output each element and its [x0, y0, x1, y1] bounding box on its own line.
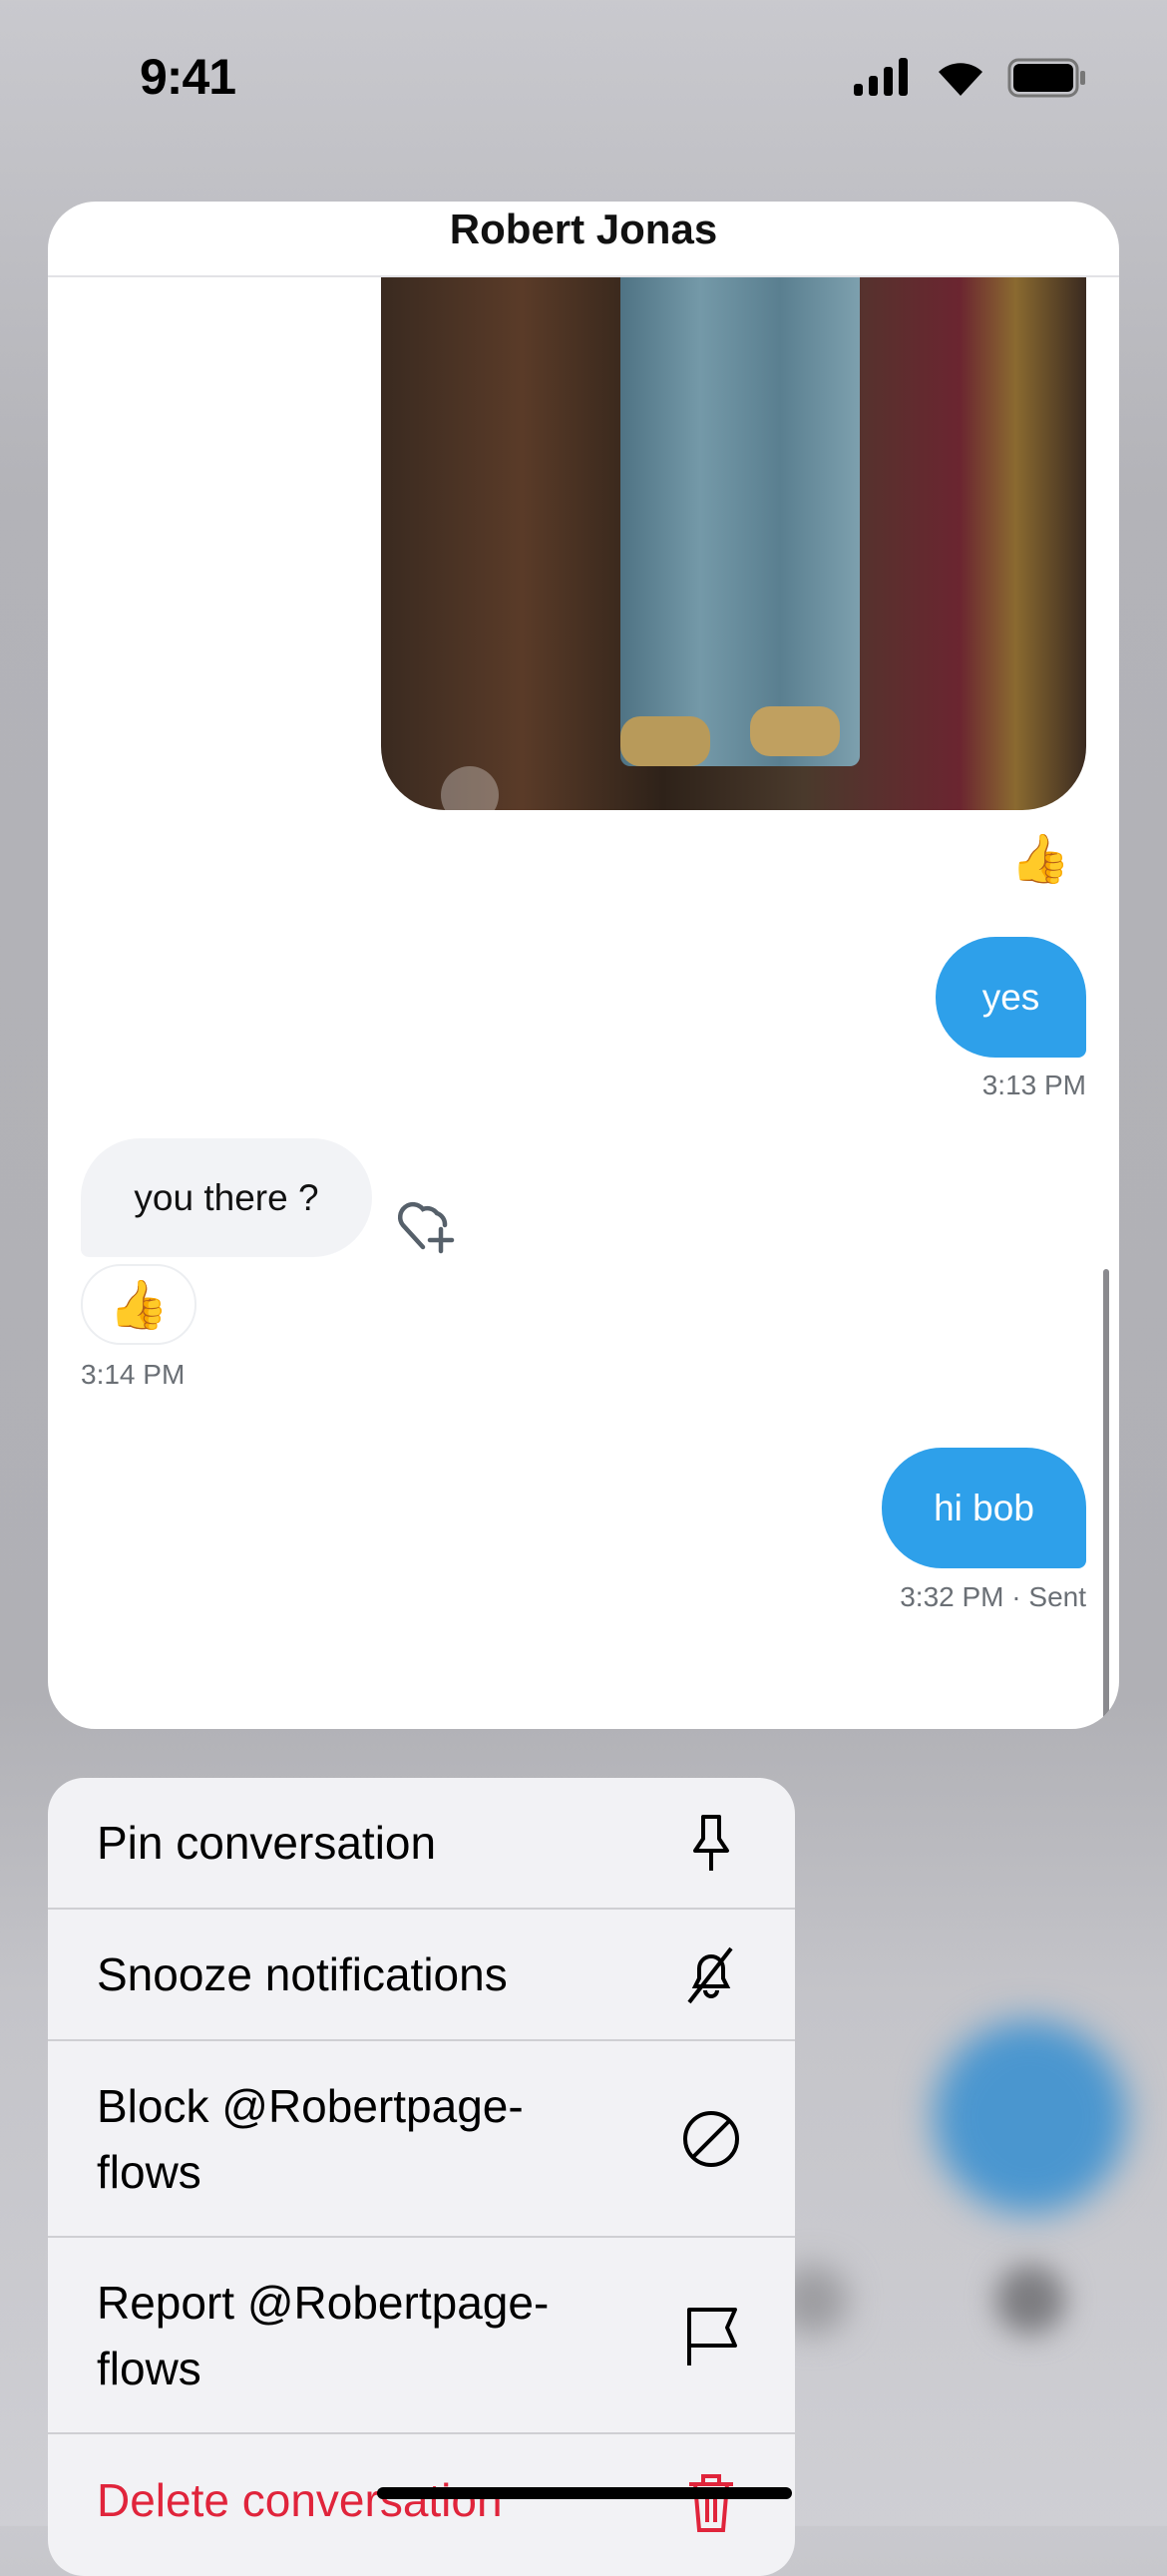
flag-icon — [687, 2307, 737, 2365]
status-time: 9:41 — [140, 49, 236, 105]
bell-slash-icon — [687, 1946, 733, 2004]
image-message[interactable] — [381, 277, 1086, 810]
context-menu: Pin conversation Snooze notifications Bl… — [48, 1778, 795, 2576]
message-time-status: 3:32 PM · Sent — [900, 1581, 1086, 1613]
menu-item-block[interactable]: Block @Robertpage-flows — [48, 2041, 795, 2238]
menu-item-delete[interactable]: Delete conversation — [48, 2434, 795, 2566]
blurred-tab-icon — [995, 2265, 1065, 2335]
menu-item-label: Block @Robertpage-flows — [97, 2079, 524, 2198]
menu-item-pin[interactable]: Pin conversation — [48, 1778, 795, 1910]
home-indicator[interactable] — [377, 2487, 792, 2499]
menu-item-label: Report @Robertpage-flows — [97, 2276, 550, 2394]
add-reaction-icon[interactable] — [397, 1199, 459, 1264]
menu-item-label: Delete conversation — [97, 2474, 503, 2526]
message-bubble[interactable]: you there ? — [81, 1138, 372, 1257]
message-time: 3:14 PM — [81, 1359, 186, 1390]
wifi-icon — [936, 58, 985, 101]
reaction-pill[interactable]: 👍 — [81, 1264, 196, 1345]
message-status: · Sent — [1011, 1581, 1086, 1612]
message-time: 3:32 PM — [900, 1581, 1004, 1612]
blurred-compose-button — [934, 2020, 1127, 2214]
message-bubble[interactable]: hi bob — [882, 1448, 1086, 1568]
menu-item-snooze[interactable]: Snooze notifications — [48, 1910, 795, 2041]
message-time: 3:13 PM — [981, 1070, 1086, 1100]
signal-icon — [854, 58, 910, 101]
scrollbar[interactable] — [1103, 1269, 1109, 1720]
menu-item-label: Pin conversation — [97, 1817, 437, 1869]
block-icon — [683, 2110, 739, 2167]
reaction-thumbs-up[interactable]: 👍 — [1010, 830, 1070, 887]
reaction-thumbs-up: 👍 — [109, 1279, 169, 1332]
menu-item-report[interactable]: Report @Robertpage-flows — [48, 2238, 795, 2434]
trash-icon — [689, 2474, 733, 2532]
menu-item-label: Snooze notifications — [97, 1948, 508, 2000]
pin-icon — [693, 1815, 729, 1871]
conversation-title: Robert Jonas — [48, 202, 1119, 277]
battery-icon — [1007, 58, 1087, 103]
conversation-preview[interactable]: Robert Jonas 👍 yes 3:13 PM you there ? 👍… — [48, 202, 1119, 1729]
message-bubble[interactable]: yes — [936, 937, 1086, 1058]
